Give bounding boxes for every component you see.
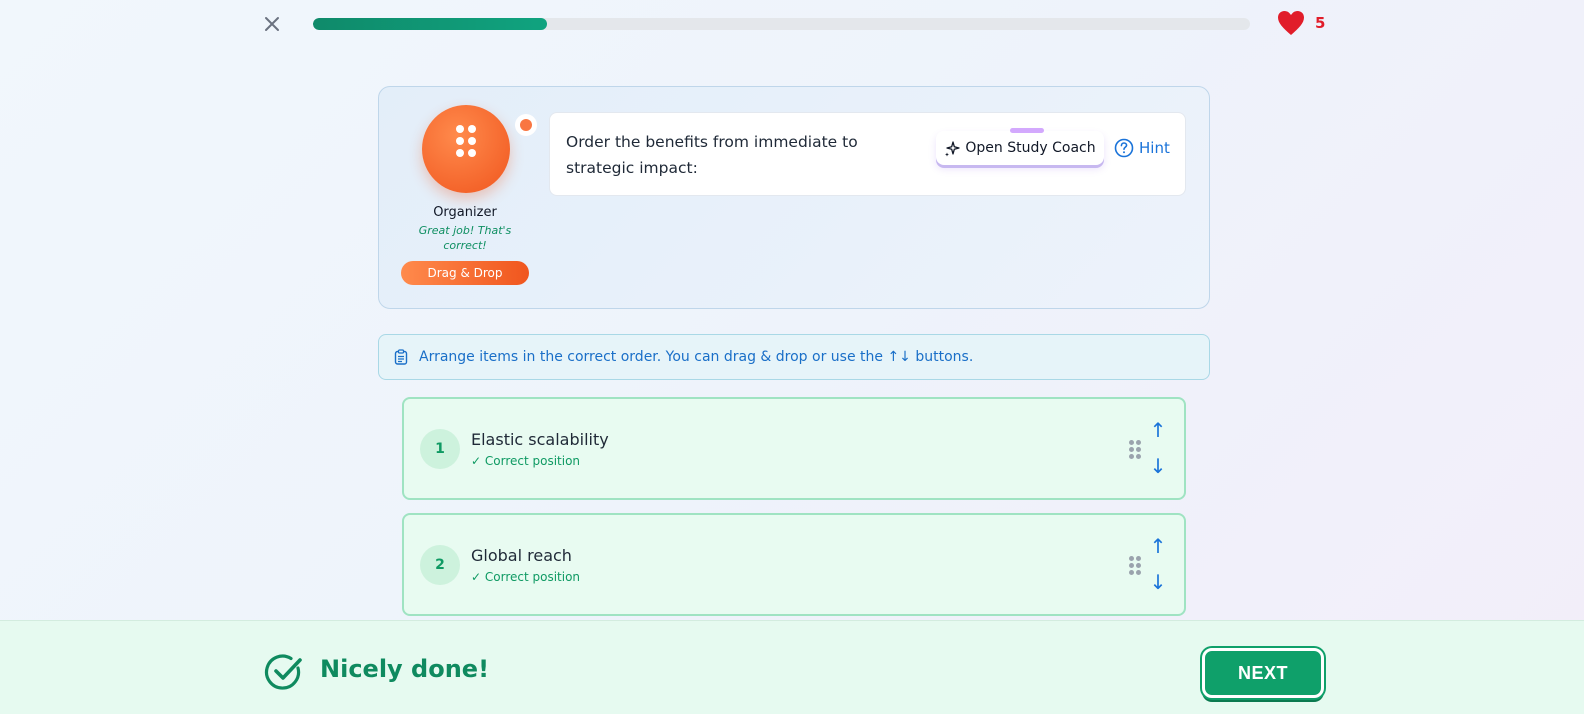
feedback-message: Nicely done! — [320, 655, 490, 683]
move-up-button[interactable]: ↑ — [1146, 533, 1170, 559]
instruction-text: Arrange items in the correct order. You … — [419, 349, 974, 365]
hearts-counter: 5 — [1277, 10, 1325, 36]
move-down-button[interactable]: ↓ — [1146, 569, 1170, 595]
next-button[interactable]: NEXT — [1202, 648, 1324, 698]
hint-label: Hint — [1139, 139, 1170, 157]
item-status: ✓ Correct position — [471, 570, 581, 584]
grip-dots-icon — [456, 125, 476, 159]
question-circle-icon — [1114, 138, 1134, 158]
top-bar: 5 — [0, 0, 1584, 48]
character-panel: Organizer Great job! That's correct! Dra… — [401, 105, 537, 285]
feedback-footer: Nicely done! NEXT — [0, 620, 1584, 714]
question-card: Organizer Great job! That's correct! Dra… — [378, 86, 1210, 309]
item-title: Elastic scalability — [471, 430, 609, 449]
open-study-coach-label: Open Study Coach — [965, 140, 1096, 156]
question-prompt: Order the benefits from immediate to str… — [566, 133, 858, 177]
move-down-button[interactable]: ↓ — [1146, 453, 1170, 479]
check-circle-icon — [264, 654, 302, 690]
instruction-banner: Arrange items in the correct order. You … — [378, 334, 1210, 380]
progress-fill — [313, 18, 548, 30]
heart-icon — [1278, 11, 1304, 35]
sparkle-icon — [945, 140, 961, 156]
hearts-count: 5 — [1315, 14, 1326, 32]
hint-button[interactable]: Hint — [1114, 135, 1170, 161]
item-status: ✓ Correct position — [471, 454, 581, 468]
notification-dot — [515, 114, 537, 136]
move-up-button[interactable]: ↑ — [1146, 417, 1170, 443]
avatar — [422, 105, 510, 193]
progress-bar — [313, 18, 1250, 30]
item-number: 1 — [420, 429, 460, 469]
clipboard-icon — [394, 349, 408, 365]
drag-handle-icon[interactable] — [1129, 556, 1141, 575]
close-icon[interactable] — [262, 14, 282, 34]
item-title: Global reach — [471, 546, 572, 565]
open-study-coach-button[interactable]: Open Study Coach — [936, 128, 1104, 165]
drag-handle-icon[interactable] — [1129, 440, 1141, 459]
character-status: Great job! That's correct! — [418, 224, 512, 252]
prompt-box: Order the benefits from immediate to str… — [549, 112, 1186, 196]
list-item[interactable]: 1 Elastic scalability ✓ Correct position… — [402, 397, 1186, 500]
question-type-badge: Drag & Drop — [401, 261, 529, 285]
item-number: 2 — [420, 545, 460, 585]
character-name: Organizer — [433, 205, 497, 220]
list-item[interactable]: 2 Global reach ✓ Correct position ↑ ↓ — [402, 513, 1186, 616]
